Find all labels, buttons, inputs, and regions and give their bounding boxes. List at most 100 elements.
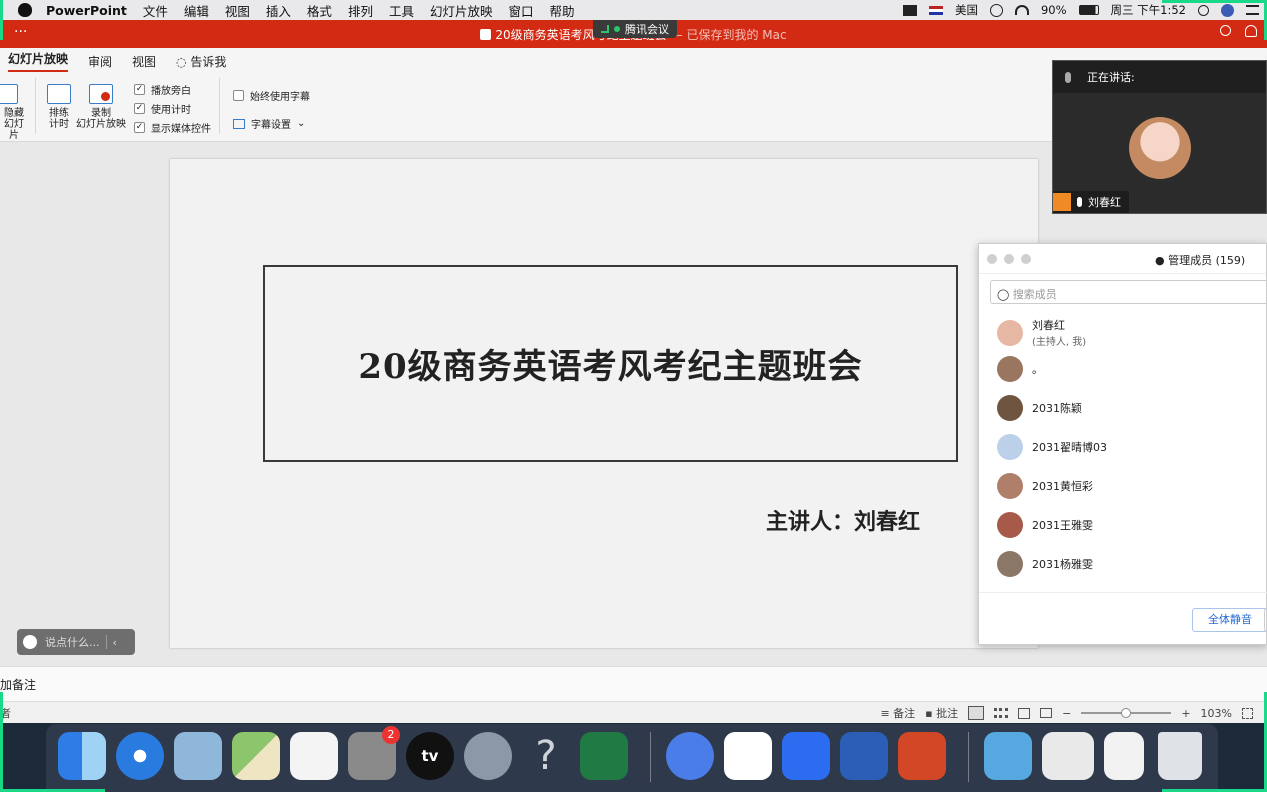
checkbox-show-media-controls[interactable]: ✓ 显示媒体控件 <box>134 120 211 135</box>
input-source-label[interactable]: 美国 <box>955 2 978 18</box>
zoom-in-button[interactable]: + <box>1181 707 1190 720</box>
record-label-1: 录制 <box>91 108 111 119</box>
notes-toggle[interactable]: ≡ 备注 <box>880 705 915 721</box>
checkbox-play-narrations[interactable]: ✓ 播放旁白 <box>134 82 191 97</box>
tab-view[interactable]: 视图 <box>132 53 156 70</box>
menu-arrange[interactable]: 排列 <box>348 1 373 20</box>
share-people-icon[interactable] <box>1245 25 1257 37</box>
time-machine-icon[interactable] <box>989 3 1003 17</box>
mic-icon <box>1077 197 1082 207</box>
menu-format[interactable]: 格式 <box>307 1 332 20</box>
notification-icon[interactable] <box>902 4 917 16</box>
close-button[interactable] <box>987 254 997 264</box>
zoom-button[interactable] <box>1021 254 1031 264</box>
trash-icon[interactable] <box>1158 732 1202 780</box>
record-slideshow-button[interactable]: 录制 幻灯片放映 <box>76 84 126 130</box>
fit-to-window-icon[interactable] <box>1242 707 1253 719</box>
tab-slideshow[interactable]: 幻灯片放映 <box>8 50 69 72</box>
battery-percent[interactable]: 90% <box>1041 3 1067 17</box>
member-row[interactable]: 2031王雅雯 <box>997 512 1093 538</box>
comments-toggle[interactable]: ▪ 批注 <box>925 705 958 721</box>
mute-all-button[interactable]: 全体静音 <box>1192 608 1267 632</box>
slide-title-box[interactable]: 20级商务英语考风考纪主题班会 <box>263 265 958 462</box>
comment-icon: ▪ <box>925 707 937 720</box>
emoji-icon[interactable] <box>23 635 37 649</box>
menubar-clock[interactable]: 周三 下午1:52 <box>1111 2 1186 18</box>
members-title: ● 管理成员 (159) <box>1155 252 1245 268</box>
screenshot-icon[interactable] <box>1104 732 1144 780</box>
meeting-indicator[interactable]: 腾讯会议 <box>593 20 677 38</box>
rehearse-timings-button[interactable]: 排练 计时 <box>44 84 74 130</box>
chevron-left-icon[interactable]: ‹ <box>113 636 117 649</box>
member-row[interactable]: 2031陈颖 <box>997 395 1082 421</box>
tab-review[interactable]: 审阅 <box>88 53 112 70</box>
slideshow-view-icon[interactable] <box>1040 708 1053 718</box>
menu-tools[interactable]: 工具 <box>389 1 414 20</box>
video-tile[interactable]: 正在讲话: 刘春红 <box>1052 60 1267 214</box>
checkbox-always-subtitles[interactable]: 始终使用字幕 <box>233 88 310 103</box>
powerpoint-icon[interactable] <box>898 732 946 780</box>
battery-icon[interactable] <box>1078 5 1099 15</box>
zoom-slider-thumb[interactable] <box>1121 708 1132 718</box>
members-title-label: 管理成员 (159) <box>1168 254 1246 267</box>
reminders-icon[interactable] <box>290 732 338 780</box>
unchecked-box-icon <box>233 90 244 101</box>
slide-speaker[interactable]: 主讲人：刘春红 <box>766 504 920 536</box>
menu-insert[interactable]: 插入 <box>266 1 291 20</box>
spotlight-icon[interactable] <box>1198 4 1209 16</box>
control-center-icon[interactable] <box>1246 5 1259 15</box>
checkbox-use-timings[interactable]: ✓ 使用计时 <box>134 101 191 116</box>
menu-file[interactable]: 文件 <box>143 1 168 20</box>
member-list-divider <box>979 592 1267 593</box>
slide-sorter-icon[interactable] <box>994 708 1009 718</box>
user-icon[interactable] <box>1221 3 1234 17</box>
normal-view-icon[interactable] <box>968 706 985 720</box>
input-source-icon[interactable] <box>928 5 943 15</box>
downloads-folder-icon[interactable] <box>984 732 1032 780</box>
slide-canvas[interactable]: 20级商务英语考风考纪主题班会 主讲人：刘春红 <box>170 159 1038 648</box>
word-icon[interactable] <box>840 732 888 780</box>
preview-icon[interactable] <box>174 732 222 780</box>
member-row[interactable]: 。 <box>997 356 1043 382</box>
system-preferences-icon[interactable]: 2 <box>348 726 400 780</box>
feishu-icon[interactable] <box>666 732 714 780</box>
member-row[interactable]: 2031黄恒彩 <box>997 473 1093 499</box>
menu-window[interactable]: 窗口 <box>508 1 533 20</box>
member-row[interactable]: 2031杨雅雯 <box>997 551 1093 577</box>
zoom-level[interactable]: 103% <box>1201 707 1232 720</box>
finder-icon[interactable] <box>58 732 106 780</box>
document-preview-icon[interactable] <box>1042 732 1094 780</box>
hide-slide-button[interactable]: 隐藏 幻灯片 <box>0 84 28 141</box>
wifi-icon[interactable] <box>1014 5 1029 15</box>
zoom-slider[interactable] <box>1081 708 1172 718</box>
menu-edit[interactable]: 编辑 <box>184 1 209 20</box>
menu-app-name[interactable]: PowerPoint <box>46 3 127 18</box>
safari-icon[interactable] <box>116 732 164 780</box>
help-icon[interactable]: ? <box>522 732 570 780</box>
launchpad-icon[interactable] <box>464 732 512 780</box>
search-icon[interactable] <box>1220 25 1231 36</box>
chat-input-pill[interactable]: 说点什么... ‹ <box>17 629 135 655</box>
member-row[interactable]: 刘春红 (主持人, 我) <box>997 317 1086 348</box>
reading-view-icon[interactable] <box>1018 707 1031 719</box>
notes-pane[interactable]: 添加备注 <box>0 666 1267 701</box>
maps-icon[interactable] <box>232 732 280 780</box>
tencent-meeting-icon[interactable] <box>782 732 830 780</box>
tab-tell-me[interactable]: ◌ 告诉我 <box>176 53 226 70</box>
member-search-input[interactable]: ◯ 搜索成员 <box>990 280 1267 304</box>
apple-menu-icon[interactable] <box>18 3 32 17</box>
excel-icon[interactable] <box>580 732 628 780</box>
app-diamond-icon[interactable] <box>724 732 772 780</box>
subtitle-settings-button[interactable]: 字幕设置 ⌄ <box>233 116 305 131</box>
signal-icon <box>601 25 609 33</box>
menu-view[interactable]: 视图 <box>225 1 250 20</box>
member-row[interactable]: 2031翟晴博03 <box>997 434 1107 460</box>
dock-separator <box>968 732 969 782</box>
chat-placeholder: 说点什么... <box>45 636 100 649</box>
menu-help[interactable]: 帮助 <box>550 1 575 20</box>
window-more-icon[interactable]: ··· <box>14 24 27 40</box>
minimize-button[interactable] <box>1004 254 1014 264</box>
menu-slideshow[interactable]: 幻灯片放映 <box>430 1 493 20</box>
apple-tv-icon[interactable]: tv <box>406 732 454 780</box>
zoom-out-button[interactable]: − <box>1062 707 1071 720</box>
